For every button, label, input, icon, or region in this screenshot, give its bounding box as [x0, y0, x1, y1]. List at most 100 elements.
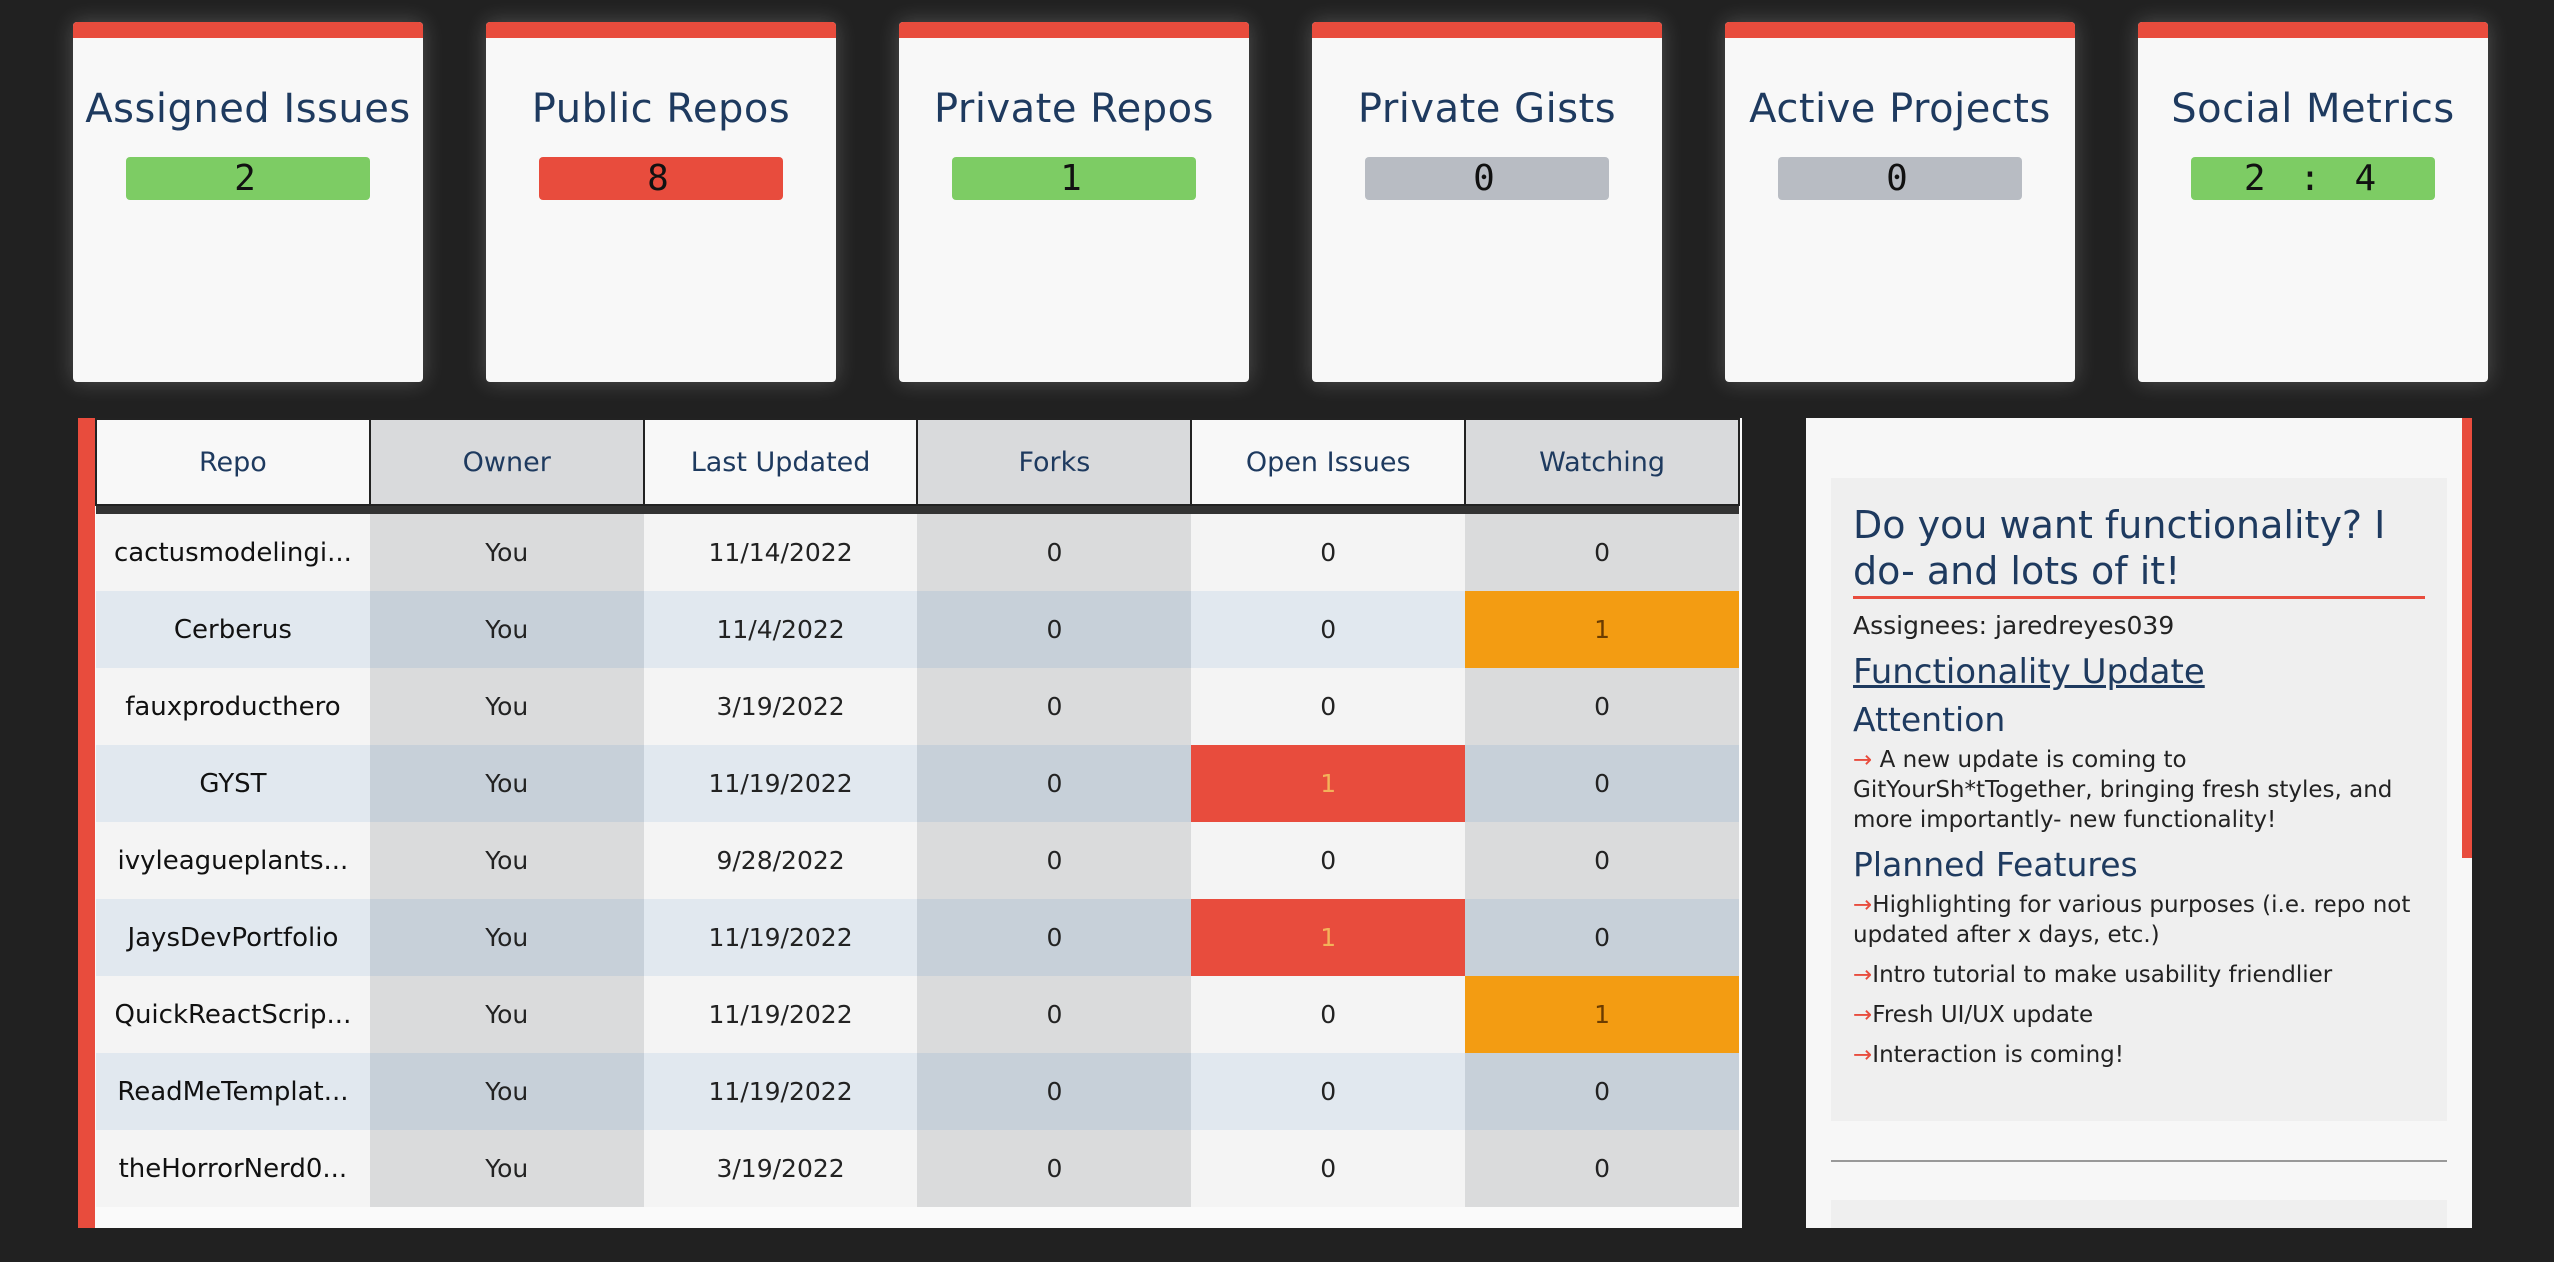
table-row[interactable]: ivyleagueplants... You 9/28/2022 0 0 0: [96, 822, 1739, 899]
cell-updated: 3/19/2022: [643, 1130, 918, 1207]
cell-forks: 0: [917, 745, 1192, 822]
table-row[interactable]: JaysDevPortfolio You 11/19/2022 0 1 0: [96, 899, 1739, 976]
card-accent-bar: [899, 22, 1249, 38]
table-header-row: Repo Owner Last Updated Forks Open Issue…: [95, 418, 1740, 506]
card-title: Public Repos: [531, 86, 791, 132]
table-row[interactable]: theHorrorNerd0... You 3/19/2022 0 0 0: [96, 1130, 1739, 1207]
cell-issues: 0: [1191, 1130, 1466, 1207]
cell-repo[interactable]: JaysDevPortfolio: [96, 899, 370, 976]
cell-updated: 11/19/2022: [643, 745, 918, 822]
card-value-badge: 1: [952, 157, 1196, 200]
arrow-icon: →: [1853, 747, 1873, 773]
cell-watching: 1: [1465, 591, 1739, 668]
table-row[interactable]: QuickReactScrip... You 11/19/2022 0 0 1: [96, 976, 1739, 1053]
arrow-icon: →: [1853, 1002, 1873, 1028]
updates-panel: Do you want functionality? I do- and lot…: [1806, 418, 2472, 1228]
card-accent-bar: [73, 22, 423, 38]
repo-table: Repo Owner Last Updated Forks Open Issue…: [95, 418, 1740, 1207]
cell-updated: 11/19/2022: [643, 1053, 918, 1130]
cell-owner: You: [369, 976, 644, 1053]
card-title: Active Projects: [1749, 86, 2051, 132]
col-header-forks[interactable]: Forks: [916, 418, 1193, 506]
cell-owner: You: [369, 1130, 644, 1207]
table-row[interactable]: GYST You 11/19/2022 0 1 0: [96, 745, 1739, 822]
feature-item: →Interaction is coming!: [1853, 1042, 2124, 1068]
cell-owner: You: [369, 822, 644, 899]
card-private-repos: Private Repos 1: [899, 22, 1249, 382]
card-value-badge: 2: [126, 157, 370, 200]
card-accent-bar: [1725, 22, 2075, 38]
card-value-badge: 2 : 4: [2191, 157, 2435, 200]
cell-forks: 0: [917, 668, 1192, 745]
cell-forks: 0: [917, 822, 1192, 899]
cell-repo[interactable]: QuickReactScrip...: [96, 976, 370, 1053]
cell-repo[interactable]: theHorrorNerd0...: [96, 1130, 370, 1207]
cell-forks: 0: [917, 1053, 1192, 1130]
cell-repo[interactable]: fauxproducthero: [96, 668, 370, 745]
update-note-card: Do you want functionality? I do- and lot…: [1831, 478, 2447, 1121]
cell-updated: 11/19/2022: [643, 899, 918, 976]
attention-heading: Attention: [1853, 700, 2006, 739]
panel-scrollbar[interactable]: [2462, 418, 2472, 858]
functionality-update-link[interactable]: Functionality Update: [1853, 652, 2425, 692]
cell-repo[interactable]: GYST: [96, 745, 370, 822]
card-title: Private Repos: [934, 86, 1214, 132]
card-accent-bar: [2138, 22, 2488, 38]
cell-owner: You: [369, 514, 644, 591]
card-accent-bar: [486, 22, 836, 38]
planned-features-heading: Planned Features: [1853, 845, 2138, 884]
cell-owner: You: [369, 1053, 644, 1130]
cell-issues: 0: [1191, 668, 1466, 745]
card-private-gists: Private Gists 0: [1312, 22, 1662, 382]
card-social-metrics: Social Metrics 2 : 4: [2138, 22, 2488, 382]
cell-repo[interactable]: cactusmodelingi...: [96, 514, 370, 591]
col-header-watching[interactable]: Watching: [1464, 418, 1740, 506]
cell-forks: 0: [917, 976, 1192, 1053]
card-active-projects: Active Projects 0: [1725, 22, 2075, 382]
cell-owner: You: [369, 745, 644, 822]
feature-item: →Fresh UI/UX update: [1853, 1002, 2094, 1028]
stat-cards: Assigned Issues 2 Public Repos 8 Private Rep…: [73, 22, 2489, 382]
card-value-badge: 8: [539, 157, 783, 200]
feature-item: →Highlighting for various purposes (i.e.…: [1853, 892, 2411, 948]
cell-issues: 0: [1191, 976, 1466, 1053]
cell-forks: 0: [917, 1130, 1192, 1207]
col-header-repo[interactable]: Repo: [95, 418, 371, 506]
cell-forks: 0: [917, 899, 1192, 976]
cell-updated: 11/14/2022: [643, 514, 918, 591]
feature-item: →Intro tutorial to make usability friend…: [1853, 962, 2333, 988]
cell-updated: 11/19/2022: [643, 976, 918, 1053]
cell-repo[interactable]: ivyleagueplants...: [96, 822, 370, 899]
col-header-open-issues[interactable]: Open Issues: [1190, 418, 1467, 506]
table-body: cactusmodelingi... You 11/14/2022 0 0 0 Cerber…: [96, 505, 1739, 1207]
note-title: Do you want functionality? I do- and lot…: [1853, 502, 2425, 599]
table-row[interactable]: cactusmodelingi... You 11/14/2022 0 0 0: [96, 514, 1739, 591]
arrow-icon: →: [1853, 962, 1873, 988]
cell-watching: 0: [1465, 822, 1739, 899]
panel-divider: [1831, 1160, 2447, 1162]
cell-updated: 3/19/2022: [643, 668, 918, 745]
table-row[interactable]: Cerberus You 11/4/2022 0 0 1: [96, 591, 1739, 668]
card-title: Social Metrics: [2171, 86, 2455, 132]
cell-repo[interactable]: ReadMeTemplat...: [96, 1053, 370, 1130]
table-row[interactable]: ReadMeTemplat... You 11/19/2022 0 0 0: [96, 1053, 1739, 1130]
cell-watching: 0: [1465, 1130, 1739, 1207]
cell-watching: 0: [1465, 745, 1739, 822]
table-row[interactable]: fauxproducthero You 3/19/2022 0 0 0: [96, 668, 1739, 745]
card-accent-bar: [1312, 22, 1662, 38]
planned-features-list: →Highlighting for various purposes (i.e.…: [1853, 890, 2425, 1070]
cell-owner: You: [369, 591, 644, 668]
col-header-last-updated[interactable]: Last Updated: [642, 418, 919, 506]
card-title: Private Gists: [1357, 86, 1617, 132]
cell-updated: 11/4/2022: [643, 591, 918, 668]
cell-issues: 0: [1191, 591, 1466, 668]
next-note-card: [1831, 1200, 2447, 1228]
cell-forks: 0: [917, 514, 1192, 591]
cell-issues: 0: [1191, 822, 1466, 899]
cell-repo[interactable]: Cerberus: [96, 591, 370, 668]
cell-issues: 0: [1191, 1053, 1466, 1130]
cell-issues: 1: [1191, 745, 1466, 822]
col-header-owner[interactable]: Owner: [368, 418, 645, 506]
cell-watching: 1: [1465, 976, 1739, 1053]
cell-watching: 0: [1465, 514, 1739, 591]
